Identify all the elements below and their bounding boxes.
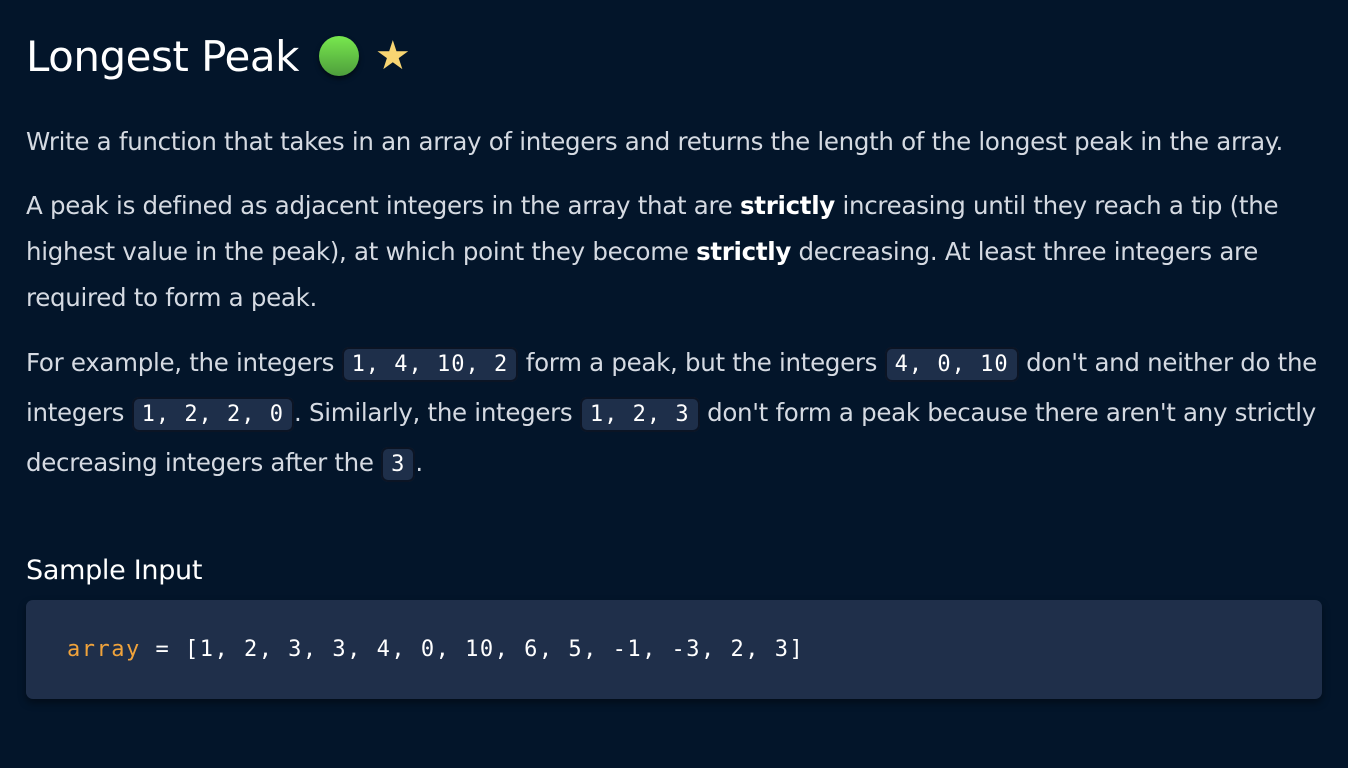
problem-description: Longest Peak ★ Write a function that tak… — [0, 0, 1348, 699]
example-paragraph: For example, the integers 1, 4, 10, 2 fo… — [26, 339, 1322, 489]
text: For example, the integers — [26, 348, 342, 377]
inline-code: 1, 2, 2, 0 — [131, 397, 295, 432]
star-icon[interactable]: ★ — [375, 36, 411, 76]
sample-input-code-block: array = [1, 2, 3, 3, 4, 0, 10, 6, 5, -1,… — [26, 600, 1322, 699]
problem-title: Longest Peak ★ — [26, 0, 1322, 85]
sample-input-heading: Sample Input — [26, 555, 203, 586]
inline-code: 3 — [381, 447, 416, 482]
inline-code: 1, 2, 3 — [579, 397, 700, 432]
bold-text: strictly — [696, 237, 792, 266]
inline-code: 1, 4, 10, 2 — [341, 347, 519, 382]
title-text: Longest Peak — [26, 31, 299, 81]
code-variable: array — [67, 637, 141, 662]
text: A peak is defined as adjacent integers i… — [26, 191, 740, 220]
peak-definition-paragraph: A peak is defined as adjacent integers i… — [26, 183, 1322, 321]
description-paragraph: Write a function that takes in an array … — [26, 127, 1283, 156]
inline-code: 4, 0, 10 — [884, 347, 1019, 382]
code-value: = [1, 2, 3, 3, 4, 0, 10, 6, 5, -1, -3, 2… — [140, 637, 805, 662]
bold-text: strictly — [740, 191, 835, 220]
difficulty-dot-icon — [318, 36, 359, 76]
text: . — [415, 448, 423, 477]
text: form a peak, but the integers — [518, 348, 885, 377]
text: . Similarly, the integers — [294, 398, 580, 427]
